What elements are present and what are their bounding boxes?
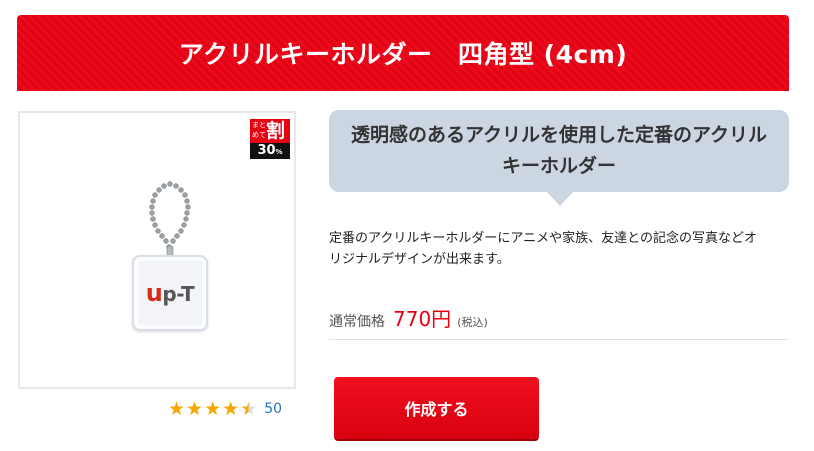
upt-logo: up-T — [145, 279, 195, 307]
star-icon: ★ — [204, 398, 222, 420]
acrylic-plate: up-T — [132, 255, 208, 331]
badge-wari-text: 割 — [266, 120, 286, 142]
badge-top: まとめて 割 — [250, 119, 290, 143]
catch-copy: 透明感のあるアクリルを使用した定番のアクリル キーホルダー — [351, 120, 767, 182]
page-title: アクリルキーホルダー 四角型 (4cm) — [178, 40, 628, 69]
logo-rest: p-T — [162, 282, 195, 306]
badge-percent: 30% — [250, 143, 290, 160]
badge-percent-value: 30 — [257, 143, 276, 158]
badge-matome-text: まとめて — [252, 121, 266, 139]
review-count-link[interactable]: 50 — [264, 401, 282, 417]
description-line2: リジナルデザインが出来ます。 — [329, 252, 510, 267]
star-icon: ★ — [168, 398, 186, 420]
tax-note: (税込) — [457, 316, 488, 329]
star-half-icon: ★ — [240, 398, 258, 420]
price-amount: 770円 — [393, 307, 452, 331]
price-label: 通常価格 — [329, 314, 385, 330]
logo-u: u — [145, 279, 163, 307]
page-header: アクリルキーホルダー 四角型 (4cm) — [17, 15, 789, 91]
star-icon: ★ — [186, 398, 204, 420]
catch-copy-bubble: 透明感のあるアクリルを使用した定番のアクリル キーホルダー — [329, 110, 789, 206]
description-line1: 定番のアクリルキーホルダーにアニメや家族、友達との記念の写真などオ — [329, 231, 757, 246]
price-block: 通常価格 770円 (税込) — [329, 303, 488, 332]
star-icon: ★ — [222, 398, 240, 420]
bulk-discount-badge: まとめて 割 30% — [250, 119, 290, 159]
divider — [329, 339, 789, 340]
product-description: 定番のアクリルキーホルダーにアニメや家族、友達との記念の写真などオ リジナルデザ… — [329, 228, 791, 270]
product-image[interactable]: まとめて 割 30% up-T — [18, 111, 296, 389]
catch-copy-line1: 透明感のあるアクリルを使用した定番のアクリル — [350, 124, 768, 146]
badge-percent-sign: % — [275, 148, 283, 156]
catch-copy-line2: キーホルダー — [501, 155, 616, 177]
rating[interactable]: ★ ★ ★ ★ ★ 50 — [168, 399, 282, 419]
create-button[interactable]: 作成する — [334, 377, 539, 439]
